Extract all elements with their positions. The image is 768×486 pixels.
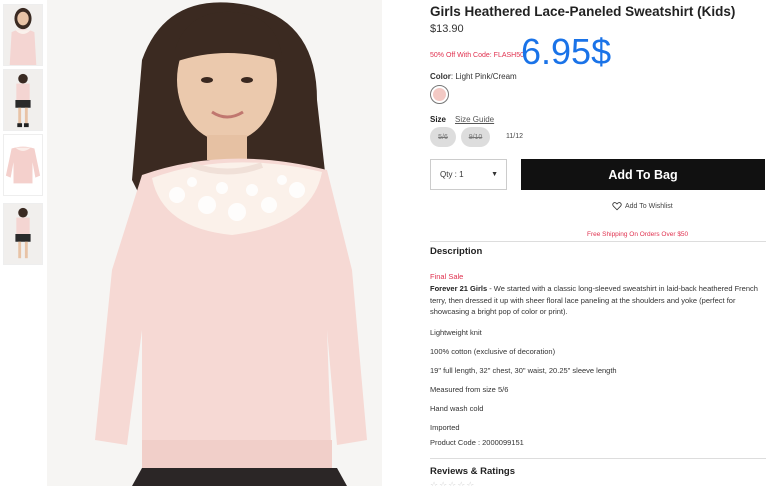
- thumbnail-flat-lay[interactable]: [3, 134, 43, 196]
- detail-item: Imported: [430, 423, 460, 432]
- detail-item: 19" full length, 32" chest, 30" waist, 2…: [430, 366, 617, 375]
- description-brand: Forever 21 Girls: [430, 284, 488, 293]
- add-to-wishlist-link[interactable]: Add To Wishlist: [612, 201, 673, 211]
- thumbnail-back[interactable]: [3, 203, 43, 265]
- divider: [430, 458, 766, 459]
- color-swatch-light-pink[interactable]: [430, 85, 449, 104]
- detail-item: Measured from size 5/6: [430, 385, 509, 394]
- add-to-bag-button[interactable]: Add To Bag: [521, 159, 765, 190]
- description-heading: Description: [430, 246, 483, 257]
- size-option-11-12[interactable]: 11/12: [506, 133, 523, 140]
- size-option-9-10[interactable]: 9/10: [461, 127, 490, 147]
- quantity-value: Qty : 1: [440, 170, 464, 179]
- detail-item: Lightweight knit: [430, 328, 482, 337]
- quantity-select[interactable]: Qty : 1 ▼: [430, 159, 507, 190]
- overlay-price-annotation: 6.95$: [521, 31, 612, 72]
- color-value: : Light Pink/Cream: [450, 72, 517, 81]
- main-product-image[interactable]: [47, 0, 382, 486]
- final-sale-label: Final Sale: [430, 272, 464, 281]
- product-code: Product Code : 2000099151: [430, 438, 524, 447]
- detail-item: Hand wash cold: [430, 404, 484, 413]
- rating-stars: ☆☆☆☆☆: [430, 480, 476, 486]
- product-price: $13.90: [430, 23, 464, 35]
- size-label: Size: [430, 115, 447, 124]
- thumbnail-front[interactable]: [3, 4, 43, 66]
- free-shipping-text: Free Shipping On Orders Over $50: [587, 231, 689, 238]
- chevron-down-icon: ▼: [491, 171, 498, 178]
- description-body: Forever 21 Girls - We started with a cla…: [430, 283, 766, 318]
- product-title: Girls Heathered Lace-Paneled Sweatshirt …: [430, 4, 736, 19]
- wishlist-label: Add To Wishlist: [625, 202, 673, 210]
- size-option-5-6[interactable]: 5/6: [430, 127, 456, 147]
- color-label-title: Color: [430, 72, 451, 81]
- detail-item: 100% cotton (exclusive of decoration): [430, 347, 556, 356]
- size-guide-link[interactable]: Size Guide: [455, 115, 494, 124]
- heart-icon: [612, 202, 622, 211]
- color-label: Color: Light Pink/Cream: [430, 72, 517, 81]
- thumbnail-full-body[interactable]: [3, 69, 43, 131]
- reviews-heading[interactable]: Reviews & Ratings: [430, 466, 515, 477]
- divider: [430, 241, 766, 242]
- promo-code-text: 50% Off With Code: FLASH50: [430, 52, 525, 59]
